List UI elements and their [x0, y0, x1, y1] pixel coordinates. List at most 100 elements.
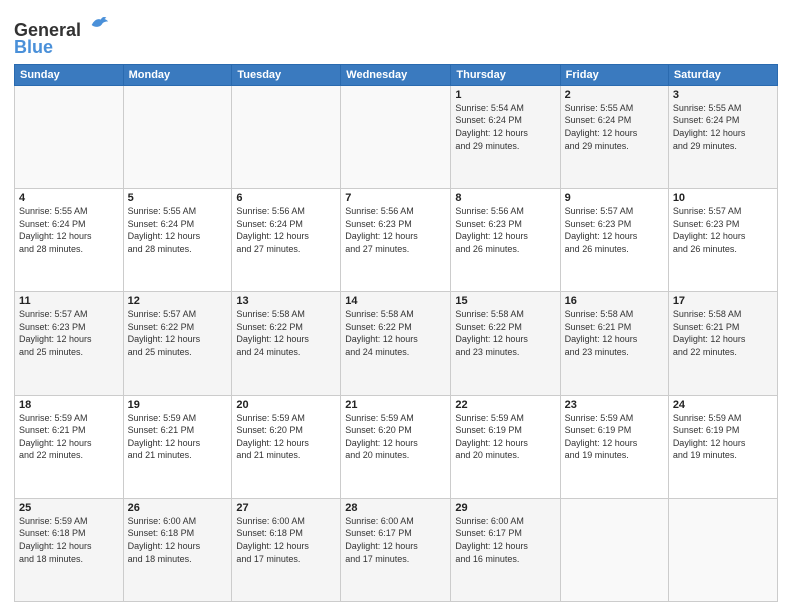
calendar-cell: 3Sunrise: 5:55 AMSunset: 6:24 PMDaylight… — [668, 85, 777, 188]
calendar-cell: 11Sunrise: 5:57 AMSunset: 6:23 PMDayligh… — [15, 292, 124, 395]
day-number: 1 — [455, 89, 555, 101]
day-info: Sunrise: 5:56 AMSunset: 6:23 PMDaylight:… — [455, 205, 555, 255]
calendar-cell: 27Sunrise: 6:00 AMSunset: 6:18 PMDayligh… — [232, 498, 341, 601]
calendar-table: SundayMondayTuesdayWednesdayThursdayFrid… — [14, 64, 778, 602]
calendar-cell: 10Sunrise: 5:57 AMSunset: 6:23 PMDayligh… — [668, 189, 777, 292]
day-number: 6 — [236, 192, 336, 204]
day-number: 10 — [673, 192, 773, 204]
day-number: 2 — [565, 89, 664, 101]
day-info: Sunrise: 5:59 AMSunset: 6:20 PMDaylight:… — [345, 412, 446, 462]
calendar-cell: 4Sunrise: 5:55 AMSunset: 6:24 PMDaylight… — [15, 189, 124, 292]
day-info: Sunrise: 5:57 AMSunset: 6:22 PMDaylight:… — [128, 308, 228, 358]
day-info: Sunrise: 5:55 AMSunset: 6:24 PMDaylight:… — [128, 205, 228, 255]
day-info: Sunrise: 5:57 AMSunset: 6:23 PMDaylight:… — [673, 205, 773, 255]
calendar-week-row: 1Sunrise: 5:54 AMSunset: 6:24 PMDaylight… — [15, 85, 778, 188]
calendar-cell: 18Sunrise: 5:59 AMSunset: 6:21 PMDayligh… — [15, 395, 124, 498]
day-info: Sunrise: 6:00 AMSunset: 6:18 PMDaylight:… — [128, 515, 228, 565]
day-number: 23 — [565, 399, 664, 411]
day-number: 22 — [455, 399, 555, 411]
calendar-cell: 13Sunrise: 5:58 AMSunset: 6:22 PMDayligh… — [232, 292, 341, 395]
day-info: Sunrise: 5:59 AMSunset: 6:18 PMDaylight:… — [19, 515, 119, 565]
day-info: Sunrise: 5:59 AMSunset: 6:19 PMDaylight:… — [673, 412, 773, 462]
day-number: 28 — [345, 502, 446, 514]
day-info: Sunrise: 5:55 AMSunset: 6:24 PMDaylight:… — [19, 205, 119, 255]
calendar-cell: 9Sunrise: 5:57 AMSunset: 6:23 PMDaylight… — [560, 189, 668, 292]
day-info: Sunrise: 5:59 AMSunset: 6:19 PMDaylight:… — [565, 412, 664, 462]
calendar-cell: 6Sunrise: 5:56 AMSunset: 6:24 PMDaylight… — [232, 189, 341, 292]
day-info: Sunrise: 6:00 AMSunset: 6:18 PMDaylight:… — [236, 515, 336, 565]
day-info: Sunrise: 5:58 AMSunset: 6:22 PMDaylight:… — [236, 308, 336, 358]
calendar-cell: 28Sunrise: 6:00 AMSunset: 6:17 PMDayligh… — [341, 498, 451, 601]
calendar-cell — [123, 85, 232, 188]
day-number: 4 — [19, 192, 119, 204]
day-number: 17 — [673, 295, 773, 307]
logo: General Blue — [14, 14, 110, 58]
calendar-week-row: 4Sunrise: 5:55 AMSunset: 6:24 PMDaylight… — [15, 189, 778, 292]
calendar-week-row: 11Sunrise: 5:57 AMSunset: 6:23 PMDayligh… — [15, 292, 778, 395]
day-number: 18 — [19, 399, 119, 411]
day-number: 20 — [236, 399, 336, 411]
calendar-cell: 22Sunrise: 5:59 AMSunset: 6:19 PMDayligh… — [451, 395, 560, 498]
day-info: Sunrise: 5:59 AMSunset: 6:21 PMDaylight:… — [128, 412, 228, 462]
day-number: 3 — [673, 89, 773, 101]
calendar-cell: 15Sunrise: 5:58 AMSunset: 6:22 PMDayligh… — [451, 292, 560, 395]
day-of-week-header: Tuesday — [232, 64, 341, 85]
day-of-week-header: Friday — [560, 64, 668, 85]
day-info: Sunrise: 5:59 AMSunset: 6:19 PMDaylight:… — [455, 412, 555, 462]
day-info: Sunrise: 6:00 AMSunset: 6:17 PMDaylight:… — [345, 515, 446, 565]
day-info: Sunrise: 5:58 AMSunset: 6:22 PMDaylight:… — [455, 308, 555, 358]
calendar-cell: 19Sunrise: 5:59 AMSunset: 6:21 PMDayligh… — [123, 395, 232, 498]
day-info: Sunrise: 5:58 AMSunset: 6:21 PMDaylight:… — [673, 308, 773, 358]
calendar-cell — [341, 85, 451, 188]
page: General Blue SundayMondayTuesdayWednesda… — [0, 0, 792, 612]
day-of-week-header: Wednesday — [341, 64, 451, 85]
calendar-cell — [15, 85, 124, 188]
calendar-cell: 1Sunrise: 5:54 AMSunset: 6:24 PMDaylight… — [451, 85, 560, 188]
day-info: Sunrise: 5:59 AMSunset: 6:20 PMDaylight:… — [236, 412, 336, 462]
day-info: Sunrise: 5:57 AMSunset: 6:23 PMDaylight:… — [565, 205, 664, 255]
day-info: Sunrise: 6:00 AMSunset: 6:17 PMDaylight:… — [455, 515, 555, 565]
day-number: 13 — [236, 295, 336, 307]
calendar-week-row: 18Sunrise: 5:59 AMSunset: 6:21 PMDayligh… — [15, 395, 778, 498]
day-info: Sunrise: 5:55 AMSunset: 6:24 PMDaylight:… — [565, 102, 664, 152]
day-number: 5 — [128, 192, 228, 204]
day-number: 26 — [128, 502, 228, 514]
day-of-week-header: Monday — [123, 64, 232, 85]
calendar-cell: 20Sunrise: 5:59 AMSunset: 6:20 PMDayligh… — [232, 395, 341, 498]
calendar-cell: 17Sunrise: 5:58 AMSunset: 6:21 PMDayligh… — [668, 292, 777, 395]
calendar-cell: 12Sunrise: 5:57 AMSunset: 6:22 PMDayligh… — [123, 292, 232, 395]
calendar-cell — [232, 85, 341, 188]
calendar-cell: 21Sunrise: 5:59 AMSunset: 6:20 PMDayligh… — [341, 395, 451, 498]
day-number: 9 — [565, 192, 664, 204]
calendar-cell: 23Sunrise: 5:59 AMSunset: 6:19 PMDayligh… — [560, 395, 668, 498]
day-of-week-header: Sunday — [15, 64, 124, 85]
day-of-week-header: Saturday — [668, 64, 777, 85]
day-info: Sunrise: 5:58 AMSunset: 6:22 PMDaylight:… — [345, 308, 446, 358]
calendar-cell: 16Sunrise: 5:58 AMSunset: 6:21 PMDayligh… — [560, 292, 668, 395]
day-info: Sunrise: 5:55 AMSunset: 6:24 PMDaylight:… — [673, 102, 773, 152]
day-number: 11 — [19, 295, 119, 307]
calendar-cell: 7Sunrise: 5:56 AMSunset: 6:23 PMDaylight… — [341, 189, 451, 292]
day-number: 7 — [345, 192, 446, 204]
calendar-header-row: SundayMondayTuesdayWednesdayThursdayFrid… — [15, 64, 778, 85]
calendar-cell: 5Sunrise: 5:55 AMSunset: 6:24 PMDaylight… — [123, 189, 232, 292]
calendar-cell: 26Sunrise: 6:00 AMSunset: 6:18 PMDayligh… — [123, 498, 232, 601]
calendar-week-row: 25Sunrise: 5:59 AMSunset: 6:18 PMDayligh… — [15, 498, 778, 601]
header: General Blue — [14, 10, 778, 58]
day-of-week-header: Thursday — [451, 64, 560, 85]
day-number: 27 — [236, 502, 336, 514]
day-info: Sunrise: 5:58 AMSunset: 6:21 PMDaylight:… — [565, 308, 664, 358]
day-info: Sunrise: 5:59 AMSunset: 6:21 PMDaylight:… — [19, 412, 119, 462]
logo-bird-icon — [88, 14, 110, 36]
day-number: 15 — [455, 295, 555, 307]
day-number: 29 — [455, 502, 555, 514]
day-number: 16 — [565, 295, 664, 307]
calendar-cell: 24Sunrise: 5:59 AMSunset: 6:19 PMDayligh… — [668, 395, 777, 498]
day-info: Sunrise: 5:56 AMSunset: 6:23 PMDaylight:… — [345, 205, 446, 255]
day-number: 8 — [455, 192, 555, 204]
day-number: 14 — [345, 295, 446, 307]
calendar-cell — [668, 498, 777, 601]
calendar-cell: 14Sunrise: 5:58 AMSunset: 6:22 PMDayligh… — [341, 292, 451, 395]
calendar-cell: 8Sunrise: 5:56 AMSunset: 6:23 PMDaylight… — [451, 189, 560, 292]
calendar-cell: 29Sunrise: 6:00 AMSunset: 6:17 PMDayligh… — [451, 498, 560, 601]
